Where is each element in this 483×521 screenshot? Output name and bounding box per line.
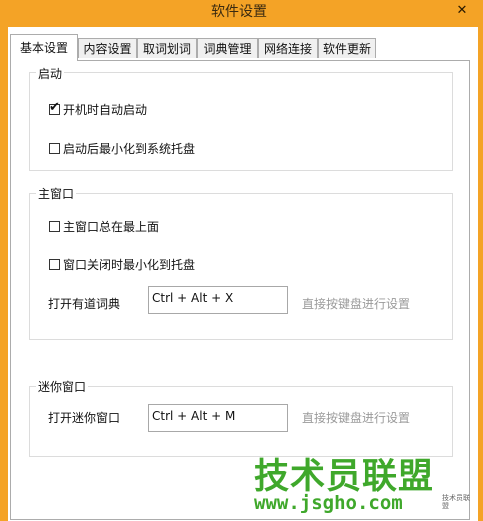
auto-start-label: 开机时自动启动 [63,103,148,117]
checkbox-box [49,221,60,232]
open-dict-hotkey-input[interactable]: Ctrl + Alt + X [148,286,288,314]
minimize-tray-label: 启动后最小化到系统托盘 [63,142,196,156]
checkmark-icon: ✔ [49,100,60,115]
window-title: 软件设置 [211,4,267,20]
always-on-top-label: 主窗口总在最上面 [63,220,160,234]
close-button[interactable]: ✕ [446,0,478,20]
open-mini-hotkey-input[interactable]: Ctrl + Alt + M [148,404,288,432]
watermark: 技术员联盟 www.jsgho.com 技术员联盟 [254,448,480,520]
watermark-url: www.jsgho.com [254,492,403,514]
tab-network[interactable]: 网络连接 [258,38,318,58]
watermark-small: 技术员联盟 [442,494,470,510]
tab-basic-settings[interactable]: 基本设置 [10,34,78,61]
checkbox-box [49,143,60,154]
open-mini-label: 打开迷你窗口 [48,411,121,425]
auto-start-checkbox[interactable]: ✔ 开机时自动启动 [49,101,147,118]
tab-word-capture[interactable]: 取词划词 [137,38,197,58]
always-on-top-checkbox[interactable]: 主窗口总在最上面 [49,218,159,235]
minimize-tray-checkbox[interactable]: 启动后最小化到系统托盘 [49,140,195,157]
tab-content-settings[interactable]: 内容设置 [78,38,137,58]
group-mini-window-label: 迷你窗口 [36,378,89,395]
close-icon: ✕ [456,2,468,18]
close-to-tray-label: 窗口关闭时最小化到托盘 [63,258,196,272]
open-mini-hint: 直接按键盘进行设置 [302,411,411,425]
settings-window: 软件设置 ✕ 基本设置 内容设置 取词划词 词典管理 网络连接 软件更新 启动 … [0,0,478,521]
client-area: 基本设置 内容设置 取词划词 词典管理 网络连接 软件更新 启动 ✔ 开机时自动… [8,27,478,521]
tab-dictionary-manage[interactable]: 词典管理 [197,38,258,58]
tab-strip: 基本设置 内容设置 取词划词 词典管理 网络连接 软件更新 [10,27,470,61]
group-main-window-label: 主窗口 [36,185,77,202]
title-bar: 软件设置 ✕ [0,0,478,21]
group-startup-label: 启动 [36,65,65,82]
open-dict-hint: 直接按键盘进行设置 [302,297,411,311]
close-to-tray-checkbox[interactable]: 窗口关闭时最小化到托盘 [49,256,195,273]
open-dict-label: 打开有道词典 [48,297,121,311]
tab-software-update[interactable]: 软件更新 [318,38,376,58]
checkbox-box [49,259,60,270]
checkbox-box: ✔ [49,100,60,115]
